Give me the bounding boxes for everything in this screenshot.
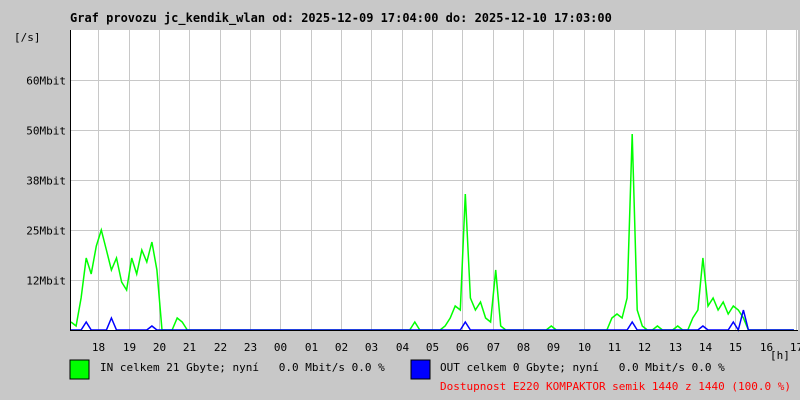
x-tick-label: 03 — [365, 341, 378, 354]
x-axis-label: [h] — [770, 349, 790, 362]
x-tick-label: 08 — [517, 341, 530, 354]
legend-out-swatch — [410, 359, 431, 380]
x-tick-label: 06 — [456, 341, 469, 354]
x-tick-label: 10 — [578, 341, 591, 354]
x-tick-label: 17 — [790, 341, 800, 354]
y-tick-label: 60Mbit — [26, 75, 66, 88]
x-tick-label: 04 — [396, 341, 410, 354]
x-tick-label: 01 — [305, 341, 318, 354]
x-tick-label: 22 — [214, 341, 227, 354]
y-tick-label: 50Mbit — [26, 125, 66, 138]
x-tick-label: 11 — [608, 341, 621, 354]
x-tick-label: 05 — [426, 341, 439, 354]
legend-in-swatch — [69, 359, 90, 380]
y-axis-label: [/s] — [14, 31, 41, 44]
x-tick-label: 21 — [183, 341, 196, 354]
x-tick-label: 00 — [274, 341, 287, 354]
x-tick-label: 20 — [153, 341, 166, 354]
traffic-graph: Graf provozu jc_kendik_wlan od: 2025-12-… — [0, 0, 800, 400]
legend-out-text: OUT celkem 0 Gbyte; nyní 0.0 Mbit/s 0.0 … — [440, 361, 725, 374]
x-tick-label: 15 — [729, 341, 742, 354]
chart-svg: Graf provozu jc_kendik_wlan od: 2025-12-… — [14, 11, 800, 393]
x-tick-label: 12 — [638, 341, 651, 354]
y-tick-label: 25Mbit — [26, 225, 66, 238]
x-tick-label: 09 — [547, 341, 560, 354]
y-tick-label: 12Mbit — [26, 275, 66, 288]
legend-in-text: IN celkem 21 Gbyte; nyní 0.0 Mbit/s 0.0 … — [100, 361, 385, 374]
x-tick-label: 02 — [335, 341, 348, 354]
x-tick-label: 18 — [92, 341, 105, 354]
x-tick-label: 19 — [123, 341, 136, 354]
x-tick-label: 23 — [244, 341, 257, 354]
x-tick-label: 13 — [669, 341, 682, 354]
x-tick-label: 14 — [699, 341, 713, 354]
availability-text: Dostupnost E220 KOMPAKTOR semik 1440 z 1… — [440, 380, 791, 393]
chart-title: Graf provozu jc_kendik_wlan od: 2025-12-… — [70, 11, 612, 26]
y-tick-label: 38Mbit — [26, 175, 66, 188]
x-tick-label: 07 — [487, 341, 500, 354]
